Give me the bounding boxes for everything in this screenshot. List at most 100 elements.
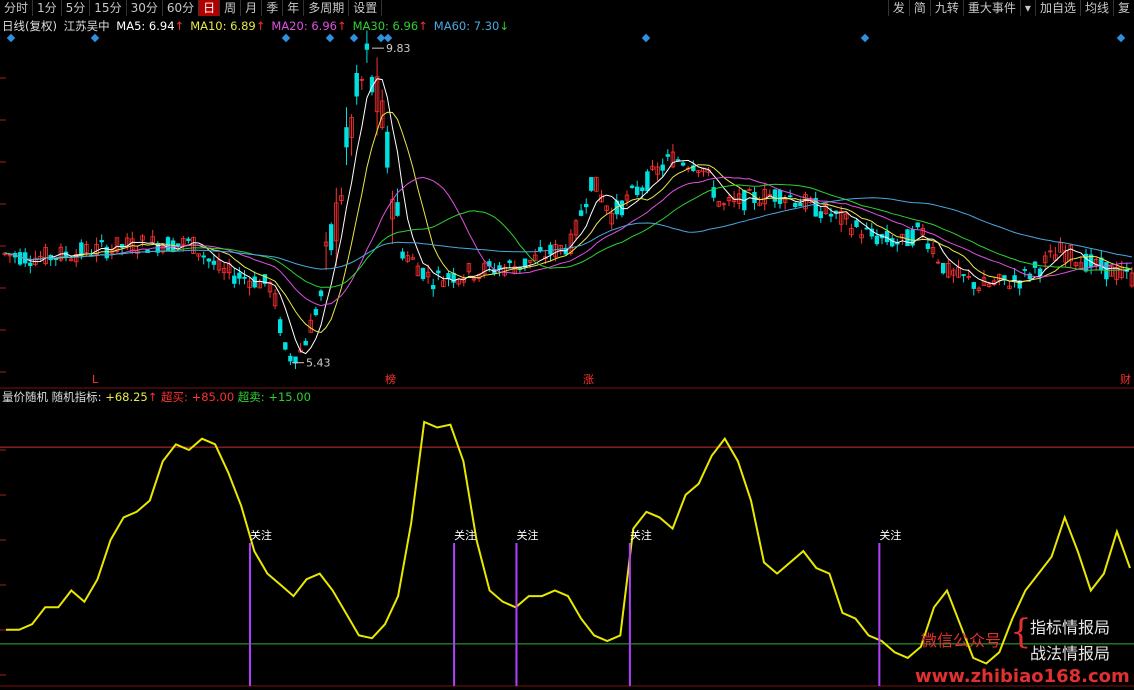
candle-body [818, 211, 823, 219]
attention-label: 关注 [454, 528, 476, 542]
candle-body [660, 164, 665, 171]
indicator-legend: 量价随机 随机指标: +68.25↑ 超买: +85.00 超卖: +15.00 [2, 389, 311, 405]
candle-body [318, 290, 324, 297]
period-tab-12[interactable]: 设置 [349, 0, 383, 16]
candle-body [925, 243, 931, 249]
period-tab-3[interactable]: 15分 [90, 0, 127, 16]
period-tab-0[interactable]: 分时 [0, 0, 34, 16]
candle-body [589, 177, 594, 191]
toolbar-right-item-6[interactable]: 均线 [1079, 0, 1113, 16]
watermark-brace: { [1010, 612, 1032, 652]
period-tab-11[interactable]: 多周期 [304, 0, 350, 16]
candle-body [1022, 269, 1027, 271]
overbought-value: +85.00 [191, 390, 235, 404]
ma-legend-item-2: MA20: 6.96↑ [271, 19, 349, 33]
period-tab-2[interactable]: 5分 [62, 0, 91, 16]
candle-body [364, 43, 370, 50]
ma-line-5 [4, 78, 1133, 355]
toolbar-right-item-4[interactable]: ▾ [1019, 0, 1035, 16]
candle-body [905, 229, 910, 247]
candle-body [206, 258, 211, 262]
candle-body [232, 275, 237, 284]
toolbar-right-item-1[interactable]: 简 [908, 0, 930, 16]
event-diamond [6, 33, 16, 43]
toolbar-right-item-2[interactable]: 九转 [929, 0, 963, 16]
toolbar-right-item-3[interactable]: 重大事件 [962, 0, 1020, 16]
candle-body [798, 202, 803, 207]
period-tab-6[interactable]: 日 [199, 0, 221, 16]
candle-body [680, 162, 686, 166]
ma-legend-value: MA30: 6.96 [352, 19, 419, 33]
candle-body [915, 222, 920, 228]
ma-legend-item-0: MA5: 6.94↑ [116, 19, 187, 33]
candle-body [793, 202, 798, 208]
period-toolbar: 分时 1分 5分 15分 30分 60分日周月季年多周期 设置 发简九转 重大事件 ▾ 加自选 均线复 [0, 0, 1134, 16]
event-marker: 榜 [385, 372, 396, 386]
kline-chart: 9.83 5.43 L 榜 涨 财关注 关注 关注 关注 关注 [0, 30, 1134, 687]
period-label: 日线(复权) [2, 19, 57, 33]
candle-body [1012, 275, 1017, 281]
candle-body [578, 210, 584, 216]
ma-legend-arrow: ↓ [499, 19, 509, 33]
period-tab-7[interactable]: 周 [220, 0, 242, 16]
event-diamond [860, 33, 870, 43]
candle-body [548, 244, 553, 255]
ma-legend-item-3: MA30: 6.96↑ [353, 19, 431, 33]
attention-label: 关注 [879, 528, 901, 542]
candle-body [854, 220, 859, 227]
candle-body [354, 73, 359, 97]
candle-body [584, 203, 589, 208]
candle-body [436, 270, 441, 274]
indicator-value: +68.25 [105, 390, 148, 404]
candle-body [17, 252, 23, 265]
event-diamond [281, 33, 291, 43]
candle-body [874, 235, 880, 245]
indicator-value-arrow: ↑ [147, 390, 158, 404]
ma-line-10 [4, 111, 1132, 334]
attention-label: 关注 [630, 528, 652, 542]
event-diamond [349, 33, 359, 43]
candle-body [303, 340, 308, 346]
period-tab-10[interactable]: 年 [283, 0, 305, 16]
toolbar-right-item-7[interactable]: 复 [1112, 0, 1134, 16]
attention-label: 关注 [516, 528, 538, 542]
ma-legend-arrow: ↑ [336, 19, 347, 33]
ma-legend-value: MA10: 6.89 [190, 19, 256, 33]
candle-body [400, 251, 405, 259]
oversold-value: +15.00 [268, 390, 311, 404]
candle-body [175, 243, 181, 246]
indicator-name: 量价随机 [2, 390, 48, 404]
event-marker: 涨 [583, 373, 594, 386]
candle-body [665, 154, 670, 157]
event-diamond [90, 33, 100, 43]
period-tab-4[interactable]: 30分 [127, 0, 163, 16]
toolbar-right-item-5[interactable]: 加自选 [1034, 0, 1080, 16]
high-price-label: 9.83 [386, 42, 411, 55]
ma-legend-arrow: ↑ [418, 19, 428, 33]
candle-body [772, 189, 778, 202]
ma-legend-value: MA60: 7.30 [433, 19, 500, 33]
candle-body [629, 185, 635, 188]
attention-label: 关注 [250, 528, 272, 542]
overbought-label: 超买: [161, 390, 188, 404]
period-tab-1[interactable]: 1分 [33, 0, 62, 16]
period-tab-8[interactable]: 月 [241, 0, 263, 16]
period-tab-5[interactable]: 60分 [163, 0, 200, 16]
indicator-sub: 随机指标: [51, 390, 102, 404]
ma-legend-item-4: MA60: 7.30↓ [434, 19, 512, 33]
event-diamond [641, 33, 651, 43]
event-diamond [383, 33, 393, 43]
candle-body [446, 273, 451, 280]
watermark-wechat: 微信公众号 [921, 631, 1002, 650]
candle-body [344, 127, 349, 148]
candle-body [328, 224, 334, 251]
candle-body [430, 285, 436, 290]
toolbar-right-item-0[interactable]: 发 [887, 0, 909, 16]
candle-body [507, 260, 512, 264]
period-tab-9[interactable]: 季 [262, 0, 284, 16]
candle-body [288, 355, 293, 362]
candle-body [788, 195, 793, 198]
candle-body [313, 309, 319, 316]
watermark-line1: 指标情报局 [1030, 618, 1111, 637]
watermark-line2: 战法情报局 [1030, 644, 1111, 663]
